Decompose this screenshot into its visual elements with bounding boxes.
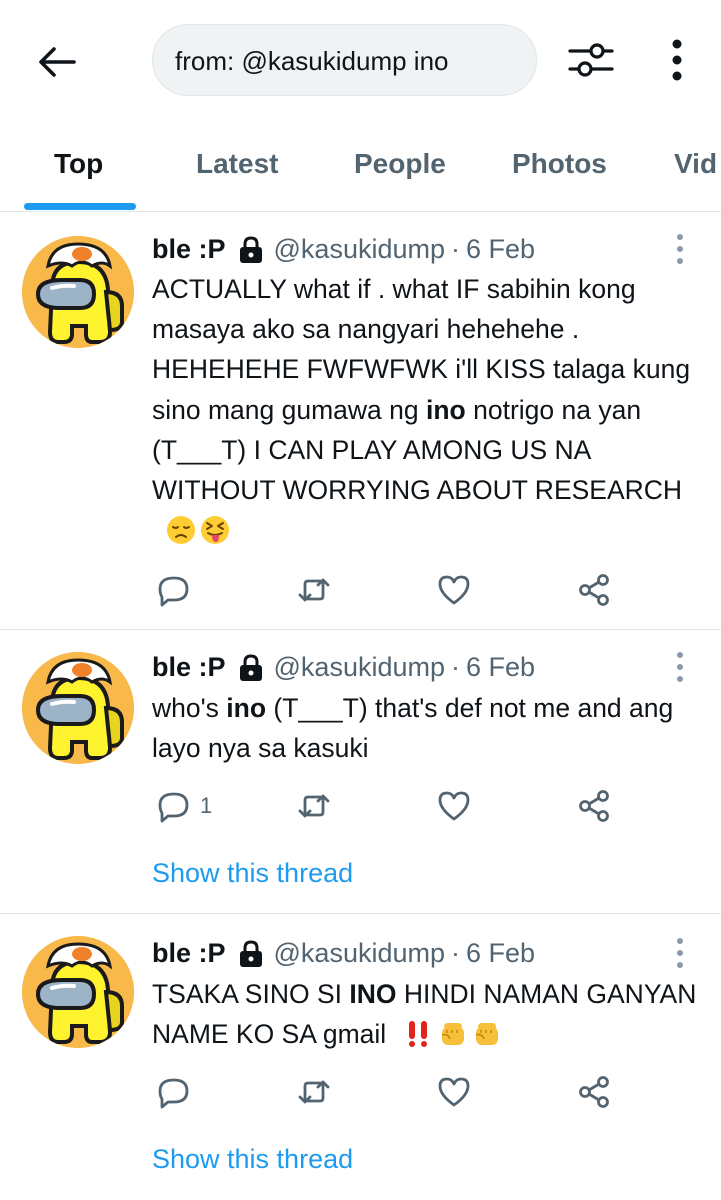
crewmate-avatar-icon bbox=[22, 236, 134, 348]
crewmate-avatar-icon bbox=[22, 652, 134, 764]
tweet-item[interactable]: ble :P @kasukidump · 6 Feb TSAKA SINO SI… bbox=[0, 914, 721, 1200]
tab-latest[interactable]: Latest bbox=[196, 148, 278, 180]
tweet-item[interactable]: ble :P @kasukidump · 6 Feb ACTUALLY what… bbox=[0, 212, 721, 630]
search-input[interactable] bbox=[175, 43, 515, 79]
retweet-button[interactable] bbox=[296, 1072, 332, 1112]
retweet-icon bbox=[296, 572, 332, 608]
vertical-dots-icon bbox=[672, 39, 682, 81]
search-highlight: ino bbox=[426, 394, 466, 425]
active-tab-indicator bbox=[24, 203, 136, 210]
share-button[interactable] bbox=[576, 786, 612, 826]
fist-bump-emoji bbox=[472, 1019, 502, 1049]
more-options-button[interactable] bbox=[660, 38, 694, 82]
show-thread-link[interactable]: Show this thread bbox=[152, 1144, 353, 1175]
reply-icon bbox=[156, 788, 192, 824]
share-button[interactable] bbox=[576, 570, 612, 610]
avatar[interactable] bbox=[22, 936, 134, 1048]
lock-icon bbox=[238, 654, 264, 682]
search-header bbox=[0, 0, 721, 120]
tweet-text: ACTUALLY what if . what IF sabihin kong … bbox=[152, 269, 697, 550]
tweet-actions bbox=[152, 570, 622, 610]
tweet-author-name[interactable]: ble :P bbox=[152, 652, 226, 683]
reply-button[interactable]: 1 bbox=[156, 786, 212, 826]
tweet-actions: 1 bbox=[152, 786, 622, 826]
tweet-date[interactable]: 6 Feb bbox=[466, 938, 535, 969]
like-button[interactable] bbox=[436, 786, 472, 826]
sliders-icon bbox=[568, 43, 614, 77]
separator-dot: · bbox=[451, 938, 460, 968]
lock-icon bbox=[238, 940, 264, 968]
lock-icon bbox=[238, 236, 264, 264]
avatar[interactable] bbox=[22, 652, 134, 764]
avatar[interactable] bbox=[22, 236, 134, 348]
tab-people[interactable]: People bbox=[354, 148, 446, 180]
tweet-item[interactable]: ble :P @kasukidump · 6 Feb who's ino (T_… bbox=[0, 630, 721, 914]
tweet-date[interactable]: 6 Feb bbox=[466, 234, 535, 265]
crewmate-avatar-icon bbox=[22, 936, 134, 1048]
tweet-more-icon[interactable] bbox=[668, 650, 692, 684]
search-highlight: ino bbox=[226, 693, 267, 723]
tweet-text-part: TSAKA SINO SI bbox=[152, 979, 350, 1009]
tweet-author-name[interactable]: ble :P bbox=[152, 234, 226, 265]
tweet-actions bbox=[152, 1072, 622, 1112]
arrow-left-icon bbox=[39, 47, 76, 77]
like-button[interactable] bbox=[436, 1072, 472, 1112]
reply-button[interactable] bbox=[156, 1072, 200, 1112]
tweet-more-icon[interactable] bbox=[668, 232, 692, 266]
tweet-author-name[interactable]: ble :P bbox=[152, 938, 226, 969]
tab-photos[interactable]: Photos bbox=[512, 148, 607, 180]
squinting-tongue-face-emoji bbox=[200, 515, 230, 545]
share-icon bbox=[576, 572, 612, 608]
tab-top[interactable]: Top bbox=[54, 148, 103, 180]
tweet-author-handle[interactable]: @kasukidump bbox=[274, 652, 445, 683]
heart-icon bbox=[436, 788, 472, 824]
reply-button[interactable] bbox=[156, 570, 200, 610]
search-tabs: Top Latest People Photos Vid bbox=[0, 120, 721, 212]
tweet-author-handle[interactable]: @kasukidump bbox=[274, 938, 445, 969]
tweet-header: ble :P @kasukidump · 6 Feb bbox=[152, 234, 535, 265]
tweet-date[interactable]: 6 Feb bbox=[466, 652, 535, 683]
separator-dot: · bbox=[451, 234, 460, 264]
retweet-button[interactable] bbox=[296, 570, 332, 610]
reply-icon bbox=[156, 1074, 192, 1110]
disappointed-face-emoji bbox=[166, 515, 196, 545]
retweet-icon bbox=[296, 1074, 332, 1110]
separator-dot: · bbox=[451, 652, 460, 682]
tweet-header: ble :P @kasukidump · 6 Feb bbox=[152, 938, 535, 969]
share-button[interactable] bbox=[576, 1072, 612, 1112]
heart-icon bbox=[436, 572, 472, 608]
search-bar[interactable] bbox=[152, 24, 537, 96]
tweet-more-icon[interactable] bbox=[668, 936, 692, 970]
heart-icon bbox=[436, 1074, 472, 1110]
double-exclamation-emoji bbox=[404, 1019, 434, 1049]
reply-icon bbox=[156, 572, 192, 608]
like-button[interactable] bbox=[436, 570, 472, 610]
back-button[interactable] bbox=[34, 40, 78, 84]
tweet-header: ble :P @kasukidump · 6 Feb bbox=[152, 652, 535, 683]
retweet-icon bbox=[296, 788, 332, 824]
share-icon bbox=[576, 1074, 612, 1110]
retweet-button[interactable] bbox=[296, 786, 332, 826]
reply-count: 1 bbox=[200, 793, 213, 818]
share-icon bbox=[576, 788, 612, 824]
tweet-author-handle[interactable]: @kasukidump bbox=[274, 234, 445, 265]
tab-videos[interactable]: Vid bbox=[674, 148, 717, 180]
tweet-text: who's ino (T___T) that's def not me and … bbox=[152, 688, 697, 768]
search-highlight: INO bbox=[349, 979, 397, 1009]
fist-bump-emoji bbox=[438, 1019, 468, 1049]
search-filter-button[interactable] bbox=[566, 38, 618, 82]
show-thread-link[interactable]: Show this thread bbox=[152, 858, 353, 889]
tweet-text: TSAKA SINO SI INO HINDI NAMAN GANYAN NAM… bbox=[152, 974, 697, 1054]
tweet-text-part: who's bbox=[152, 693, 227, 723]
